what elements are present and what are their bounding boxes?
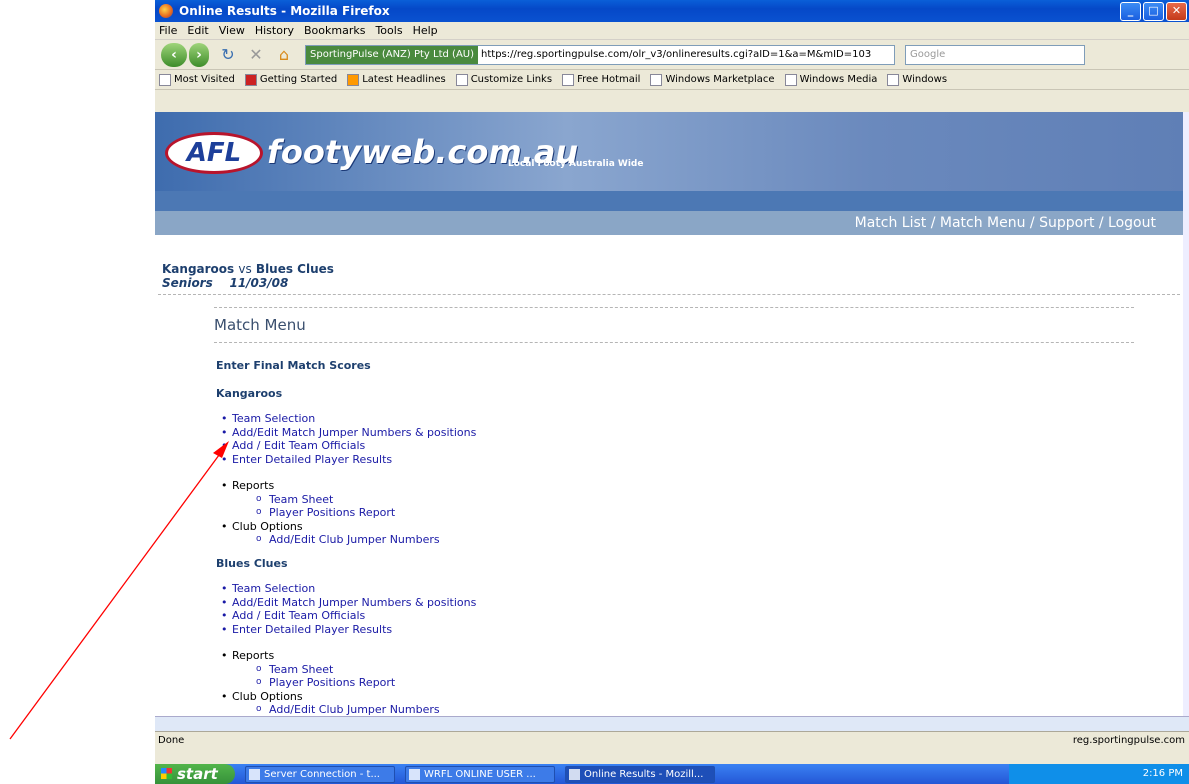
annotation-arrow-head xyxy=(213,441,229,458)
screenshot: Online Results - Mozilla Firefox _ □ ✕ F… xyxy=(0,0,1189,784)
annotation-arrow-line xyxy=(9,450,223,740)
annotation-arrow xyxy=(9,441,229,740)
